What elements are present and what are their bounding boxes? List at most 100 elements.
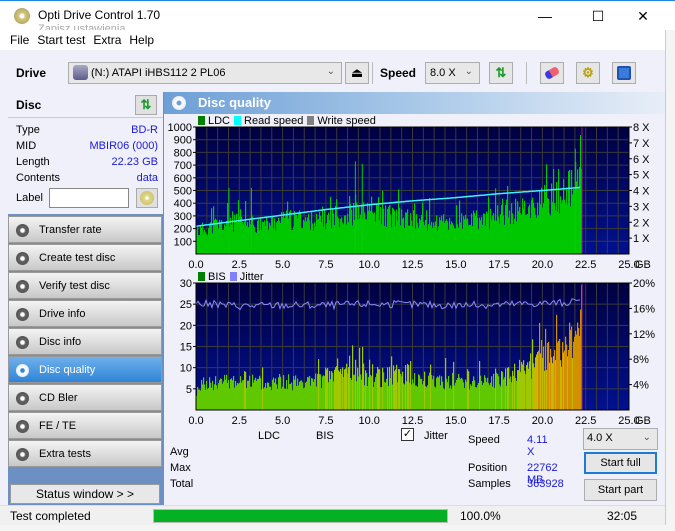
disc-icon <box>16 448 29 461</box>
panel-header: Disc quality <box>164 92 665 114</box>
y2-tick-label: 2 X <box>633 217 650 229</box>
y2-tick-label: 3 X <box>633 201 650 213</box>
disc-length-value: 22.23 GB <box>111 156 158 168</box>
y2-tick-label: 5 X <box>633 170 650 182</box>
ldc-chart: 1002003004005006007008009001000 1 X 2 X 3 X… <box>168 122 651 270</box>
x-tick-label: 20.0 <box>532 415 553 426</box>
disc-type-key: Type <box>16 124 40 136</box>
y-tick-label: 300 <box>174 211 192 223</box>
menu-file[interactable]: File <box>0 30 34 47</box>
disc-mid-key: MID <box>16 140 37 152</box>
elapsed-time: 32:05 <box>607 509 638 523</box>
drive-select[interactable]: (N:) ATAPI iHBS112 2 PL06 ⌄ <box>68 62 342 84</box>
sidebar-item-label: Transfer rate <box>39 224 102 236</box>
x-tick-label: 15.0 <box>445 259 466 270</box>
x-tick-label: 0.0 <box>188 259 203 270</box>
drive-icon <box>73 65 88 80</box>
sidebar-item-fe-te[interactable]: FE / TE <box>8 412 162 439</box>
y-tick-label: 700 <box>174 160 192 172</box>
disc-icon <box>16 420 29 433</box>
x-tick-label: 20.0 <box>532 259 553 270</box>
y-tick-label: 5 <box>186 384 192 396</box>
disc-icon <box>16 308 29 321</box>
erase-icon <box>543 66 561 80</box>
col-ldc-header: LDC <box>258 430 281 442</box>
save-icon <box>617 66 631 80</box>
sidebar-item-verify-test-disc[interactable]: Verify test disc <box>8 272 162 299</box>
speed-label: Speed <box>380 66 417 80</box>
chevron-down-icon: ⌄ <box>642 432 651 443</box>
y-tick-label: 25 <box>180 299 192 311</box>
jitter-checkbox[interactable]: ✓ <box>401 428 414 441</box>
disc-label-button[interactable] <box>136 188 158 208</box>
settings-icon: ⚙ <box>582 65 594 80</box>
speed-stat-label: Speed <box>468 434 500 446</box>
y-tick-label: 20 <box>180 320 192 332</box>
sidebar-item-disc-info[interactable]: Disc info <box>8 328 162 355</box>
speed-select[interactable]: 8.0 X ⌄ <box>425 62 480 84</box>
sidebar-item-extra-tests[interactable]: Extra tests <box>8 440 162 467</box>
refresh-button[interactable]: ⇅ <box>489 62 513 84</box>
disc-header: Disc ⇅ <box>8 92 163 118</box>
x-tick-label: 2.5 <box>232 259 247 270</box>
disc-label-input[interactable] <box>49 188 129 208</box>
chevron-down-icon: ⌄ <box>464 66 473 77</box>
start-part-button[interactable]: Start part <box>584 479 657 501</box>
disc-contents-value: data <box>136 172 158 184</box>
disc-refresh-button[interactable]: ⇅ <box>135 95 157 115</box>
disc-icon <box>16 336 29 349</box>
menu-extra[interactable]: Extra <box>90 30 126 47</box>
y-tick-label: 600 <box>174 173 192 185</box>
eject-button[interactable]: ⏏ <box>345 62 369 84</box>
disc-mid-value: MBIR06 (000) <box>89 140 158 152</box>
y2-tick-label: 8% <box>633 354 649 366</box>
x-tick-label: 15.0 <box>445 415 466 426</box>
minimize-button[interactable]: — <box>530 5 560 27</box>
sidebar-item-drive-info[interactable]: Drive info <box>8 300 162 327</box>
y2-tick-label: 7 X <box>633 138 650 150</box>
start-full-button[interactable]: Start full <box>584 452 657 474</box>
disc-type-row: Type BD-R <box>16 124 158 136</box>
disc-icon <box>16 280 29 293</box>
y-tick-label: 500 <box>174 186 192 198</box>
menu-help[interactable]: Help <box>126 30 159 47</box>
x-tick-label: 10.0 <box>358 259 379 270</box>
settings-button[interactable]: ⚙ <box>576 62 600 84</box>
status-window-button[interactable]: Status window > > <box>10 484 160 504</box>
save-button[interactable] <box>612 62 636 84</box>
sidebar-item-transfer-rate[interactable]: Transfer rate <box>8 216 162 243</box>
x-tick-label: 0.0 <box>188 415 203 426</box>
divider <box>526 62 527 84</box>
y2-tick-label: 4% <box>633 380 649 392</box>
samples-value: 363928 <box>527 478 564 490</box>
status-text: Test completed <box>10 509 91 523</box>
disc-mid-row: MID MBIR06 (000) <box>16 140 158 152</box>
y-tick-label: 10 <box>180 363 192 375</box>
x-tick-label: 2.5 <box>232 415 247 426</box>
y2-tick-label: 12% <box>633 329 655 341</box>
close-button[interactable]: ✕ <box>628 5 658 27</box>
sidebar-item-disc-quality[interactable]: Disc quality <box>8 356 162 383</box>
background-window <box>0 525 675 531</box>
x-tick-label: 7.5 <box>318 259 333 270</box>
x-tick-label: 5.0 <box>275 259 290 270</box>
samples-label: Samples <box>468 478 511 490</box>
test-speed-select[interactable]: 4.0 X ⌄ <box>583 428 658 450</box>
erase-button[interactable] <box>540 62 564 84</box>
panel-title: Disc quality <box>198 95 271 110</box>
maximize-button[interactable]: ☐ <box>583 5 613 27</box>
menu-start-test[interactable]: Start test <box>34 30 90 47</box>
sidebar-item-cd-bler[interactable]: CD Bler <box>8 384 162 411</box>
y-tick-label: 100 <box>174 236 192 248</box>
disc-length-key: Length <box>16 156 50 168</box>
progress-text: 100.0% <box>460 509 501 523</box>
sidebar-item-label: Extra tests <box>39 448 91 460</box>
stat-row-label: Avg <box>170 446 189 458</box>
disc-icon <box>16 252 29 265</box>
progress-fill <box>154 510 447 522</box>
eject-icon: ⏏ <box>350 65 364 80</box>
disc-quality-icon <box>172 96 186 110</box>
jitter-header: Jitter <box>424 430 448 442</box>
sidebar-item-create-test-disc[interactable]: Create test disc <box>8 244 162 271</box>
y-tick-label: 400 <box>174 198 192 210</box>
